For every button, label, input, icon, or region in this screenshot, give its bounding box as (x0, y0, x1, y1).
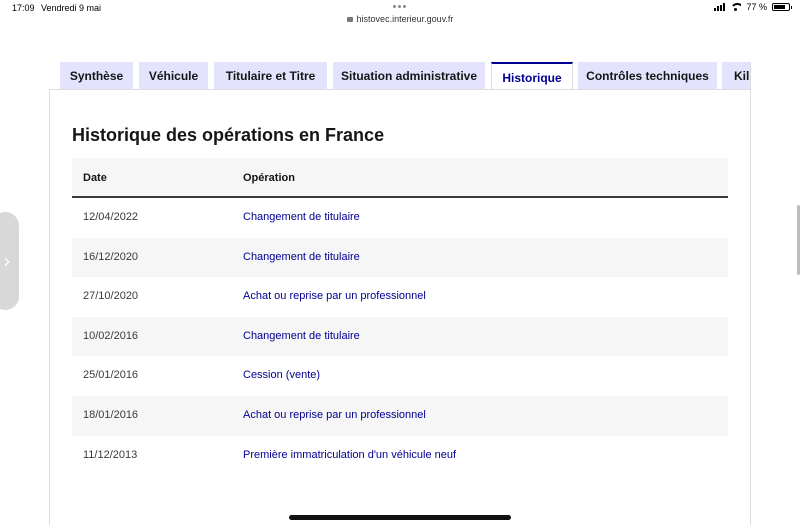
table-row: 27/10/2020 Achat ou reprise par un profe… (72, 277, 728, 317)
tab-bar: Synthèse Véhicule Titulaire et Titre Sit… (60, 62, 750, 90)
tab-controles-techniques[interactable]: Contrôles techniques (578, 62, 717, 90)
wifi-icon (730, 3, 742, 11)
status-date: Vendredi 9 mai (41, 3, 102, 13)
row-operation: Cession (vente) (243, 369, 321, 382)
tab-titulaire[interactable]: Titulaire et Titre (214, 62, 327, 90)
tab-vehicule[interactable]: Véhicule (139, 62, 208, 90)
column-header-operation: Opération (243, 172, 295, 184)
table-row: 10/02/2016 Changement de titulaire (72, 316, 728, 357)
table-header: Date Opération (72, 158, 728, 198)
row-date: 11/12/2013 (83, 448, 138, 461)
table-row: 18/01/2016 Achat ou reprise par un profe… (72, 395, 728, 436)
tab-historique[interactable]: Historique (491, 62, 573, 90)
address-bar[interactable]: histovec.interieur.gouv.fr (0, 14, 800, 24)
row-date: 27/10/2020 (83, 290, 139, 303)
tab-bar-edge (750, 62, 751, 90)
row-operation: Changement de titulaire (243, 250, 360, 263)
tab-synthese[interactable]: Synthèse (60, 62, 133, 90)
row-date: 18/01/2016 (83, 408, 139, 421)
operations-table: Date Opération 12/04/2022 Changement de … (72, 158, 728, 475)
battery-percent: 77 % (746, 2, 767, 12)
row-operation: Achat ou reprise par un professionnel (243, 408, 426, 421)
battery-icon (772, 3, 792, 11)
row-date: 25/01/2016 (83, 369, 139, 382)
page-title: Historique des opérations en France (72, 125, 385, 145)
url-text: histovec.interieur.gouv.fr (356, 14, 454, 24)
row-operation: Première immatriculation d'un véhicule n… (243, 448, 457, 461)
tab-kilometrage[interactable]: Kilo (722, 62, 750, 90)
signal-icon (714, 3, 726, 11)
row-operation: Achat ou reprise par un professionnel (243, 290, 426, 303)
row-date: 16/12/2020 (83, 250, 139, 263)
row-operation: Changement de titulaire (243, 329, 360, 342)
status-time: 17:09 (12, 3, 35, 13)
row-date: 10/02/2016 (83, 329, 139, 342)
chevron-right-icon: › (3, 249, 11, 273)
row-operation: Changement de titulaire (243, 211, 360, 223)
home-indicator[interactable] (289, 515, 511, 520)
tab-situation-administrative[interactable]: Situation administrative (333, 62, 485, 90)
multitasking-dots-icon[interactable] (393, 5, 406, 8)
table-row: 25/01/2016 Cession (vente) (72, 356, 728, 396)
table-row: 16/12/2020 Changement de titulaire (72, 237, 728, 278)
row-date: 12/04/2022 (83, 211, 139, 223)
status-bar: 17:09 Vendredi 9 mai histovec.interieur.… (0, 0, 800, 30)
lock-icon (346, 17, 353, 22)
sidebar-handle[interactable]: › (0, 212, 19, 310)
table-row: 12/04/2022 Changement de titulaire (72, 198, 728, 238)
table-row: 11/12/2013 Première immatriculation d'un… (72, 436, 728, 476)
column-header-date: Date (83, 172, 107, 184)
